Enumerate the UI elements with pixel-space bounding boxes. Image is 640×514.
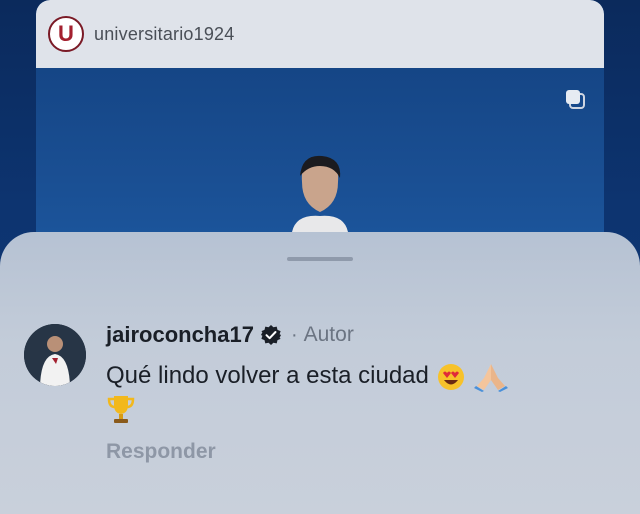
account-logo[interactable]: U (48, 16, 84, 52)
author-label: Autor (303, 323, 354, 346)
logo-letter: U (58, 21, 74, 46)
heart-eyes-emoji (437, 363, 464, 390)
separator-dot: · (290, 323, 298, 346)
comment-body: Qué lindo volver a esta ciudad (106, 362, 429, 389)
sheet-grabber[interactable] (287, 257, 353, 261)
comment-header: jairoconcha17 · Autor (106, 322, 354, 348)
comment-text: Qué lindo volver a esta ciudad (106, 360, 606, 425)
post-username[interactable]: universitario1924 (94, 24, 234, 45)
comments-sheet: jairoconcha17 · Autor Qué lindo volver a… (0, 232, 640, 514)
avatar[interactable] (24, 324, 86, 386)
trophy-emoji (107, 395, 135, 423)
player-photo (292, 155, 348, 232)
carousel-icon (566, 90, 585, 109)
verified-badge-icon (260, 325, 281, 345)
post-header[interactable]: U universitario1924 (36, 0, 604, 68)
avatar-image (24, 324, 86, 386)
reply-button[interactable]: Responder (106, 440, 216, 464)
folded-hands-emoji (474, 363, 509, 392)
comment-username[interactable]: jairoconcha17 (106, 322, 254, 348)
